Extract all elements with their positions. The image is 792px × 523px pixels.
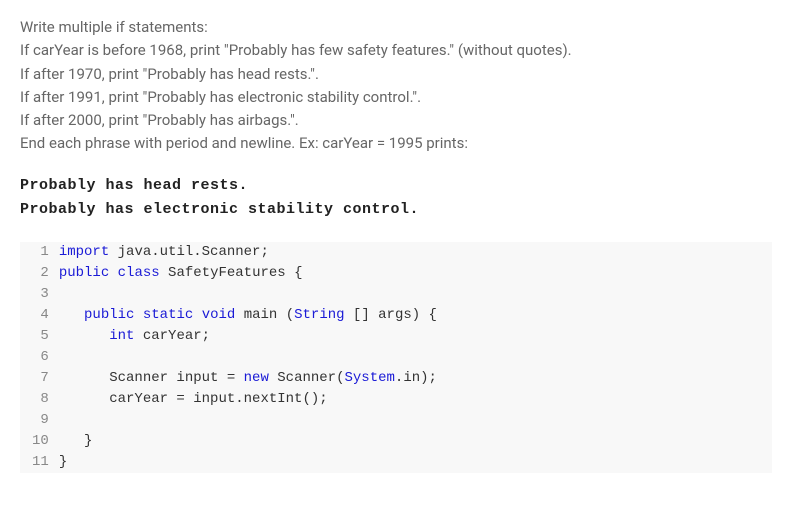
- example-output: Probably has head rests. Probably has el…: [20, 174, 772, 222]
- instruction-line: If carYear is before 1968, print "Probab…: [20, 39, 772, 62]
- line-number: 5: [32, 326, 49, 347]
- code-line: int carYear;: [59, 326, 437, 347]
- line-number: 4: [32, 305, 49, 326]
- instruction-line: If after 1970, print "Probably has head …: [20, 63, 772, 86]
- code-line: public class SafetyFeatures {: [59, 263, 437, 284]
- line-number: 3: [32, 284, 49, 305]
- line-number: 7: [32, 368, 49, 389]
- code-editor: 1 2 3 4 5 6 7 8 9 10 11 import java.util…: [20, 242, 772, 473]
- code-content: import java.util.Scanner; public class S…: [59, 242, 437, 473]
- line-number: 10: [32, 431, 49, 452]
- example-line: Probably has head rests.: [20, 174, 772, 198]
- line-number: 8: [32, 389, 49, 410]
- code-line: carYear = input.nextInt();: [59, 389, 437, 410]
- line-number: 1: [32, 242, 49, 263]
- code-line: }: [59, 452, 437, 473]
- line-number: 11: [32, 452, 49, 473]
- instruction-line: If after 1991, print "Probably has elect…: [20, 86, 772, 109]
- code-line: [59, 284, 437, 305]
- instruction-line: If after 2000, print "Probably has airba…: [20, 109, 772, 132]
- line-number: 6: [32, 347, 49, 368]
- instruction-line: Write multiple if statements:: [20, 16, 772, 39]
- problem-instructions: Write multiple if statements: If carYear…: [20, 16, 772, 156]
- example-line: Probably has electronic stability contro…: [20, 198, 772, 222]
- line-number: 2: [32, 263, 49, 284]
- code-line: Scanner input = new Scanner(System.in);: [59, 368, 437, 389]
- code-line: import java.util.Scanner;: [59, 242, 437, 263]
- code-line: }: [59, 431, 437, 452]
- code-line: [59, 347, 437, 368]
- line-number: 9: [32, 410, 49, 431]
- instruction-line: End each phrase with period and newline.…: [20, 132, 772, 155]
- code-line: public static void main (String [] args)…: [59, 305, 437, 326]
- line-number-gutter: 1 2 3 4 5 6 7 8 9 10 11: [20, 242, 59, 473]
- code-line: [59, 410, 437, 431]
